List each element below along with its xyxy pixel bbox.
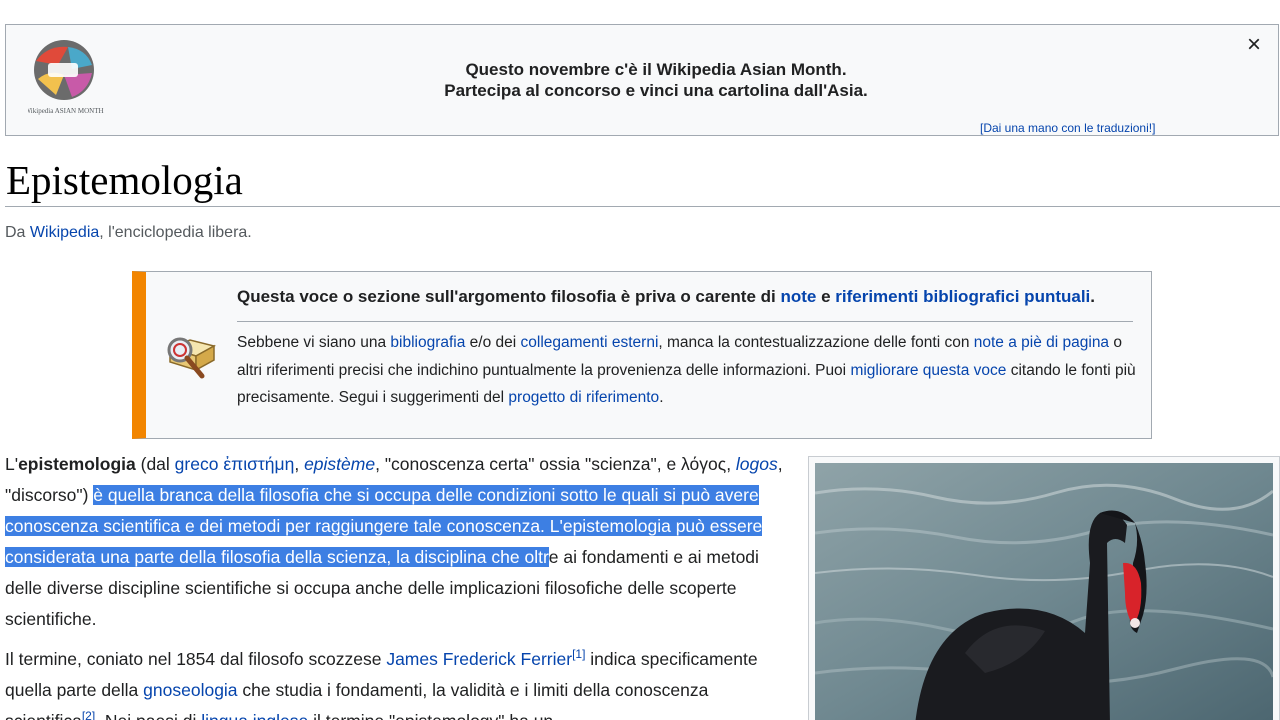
term-epistemologia: epistemologia <box>18 454 136 474</box>
notice-sub-text-1: Sebbene vi siano una <box>237 334 391 351</box>
p1-text-5: , "conoscenza certa" ossia "scienza", e … <box>375 454 736 474</box>
logos-link[interactable]: logos <box>736 454 778 474</box>
riferimenti-link[interactable]: riferimenti bibliografici puntuali <box>835 287 1090 306</box>
site-tagline: Da Wikipedia, l'enciclopedia libera. <box>5 224 252 242</box>
p1-text-4: , <box>294 454 305 474</box>
missing-references-notice: Questa voce o sezione sull'argomento fil… <box>132 271 1152 439</box>
note-a-pie-di-pagina-link[interactable]: note a piè di pagina <box>974 334 1109 351</box>
intro-paragraph: L'epistemologia (dal greco ἐπιστήμη, epi… <box>5 449 795 635</box>
wikipedia-asian-month-banner: Wikipedia ASIAN MONTH Questo novembre c'… <box>5 24 1279 136</box>
episteme-greek-link[interactable]: ἐπιστήμη <box>223 454 294 474</box>
progetto-riferimento-link[interactable]: progetto di riferimento <box>508 389 659 406</box>
translation-help-link[interactable]: [Dai una mano con le traduzioni!] <box>980 121 1155 135</box>
bibliografia-link[interactable]: bibliografia <box>390 334 465 351</box>
p1-text-2: (dal <box>135 454 175 474</box>
notice-sub-text-6: . <box>659 389 664 406</box>
p2-text-1: Il termine, coniato nel 1854 dal filosof… <box>5 649 387 669</box>
page-title: Epistemologia <box>6 157 243 203</box>
notice-main-text-3: . <box>1090 287 1096 306</box>
notice-sub-text-2: e/o dei <box>465 334 521 351</box>
lingua-inglese-link[interactable]: lingua inglese <box>201 711 308 720</box>
tagline-suffix: , l'enciclopedia libera. <box>99 224 252 241</box>
asian-month-logo[interactable]: Wikipedia ASIAN MONTH <box>24 39 110 123</box>
notice-details: Sebbene vi siano una bibliografia e/o de… <box>237 329 1137 412</box>
tagline-prefix: Da <box>5 224 30 241</box>
p1-text-1: L' <box>5 454 19 474</box>
notice-sub-text-3: , manca la contestualizzazione delle fon… <box>658 334 974 351</box>
logo-wordmark: Wikipedia ASIAN MONTH <box>28 107 104 115</box>
notice-main-text-1: Questa voce o sezione sull'argomento fil… <box>237 287 781 306</box>
p2-text-5: il termine "epistemology" ha un <box>308 711 553 720</box>
asian-month-logo-icon: Wikipedia ASIAN MONTH <box>24 40 104 115</box>
gnoseologia-link[interactable]: gnoseologia <box>143 680 237 700</box>
term-origin-paragraph: Il termine, coniato nel 1854 dal filosof… <box>5 644 795 720</box>
reference-1-link[interactable]: [1] <box>572 647 585 661</box>
book-magnifier-icon <box>160 328 222 384</box>
banner-line-1: Questo novembre c'è il Wikipedia Asian M… <box>465 60 847 79</box>
notice-divider <box>237 321 1133 322</box>
episteme-link[interactable]: epistème <box>304 454 375 474</box>
notice-headline: Questa voce o sezione sull'argomento fil… <box>237 282 1137 312</box>
close-icon[interactable]: × <box>1242 33 1266 57</box>
ferrier-link[interactable]: James Frederick Ferrier <box>386 649 572 669</box>
migliorare-voce-link[interactable]: migliorare questa voce <box>850 362 1006 379</box>
banner-line-2: Partecipa al concorso e vinci una cartol… <box>444 81 868 100</box>
note-link[interactable]: note <box>780 287 816 306</box>
notice-main-text-2: e <box>816 287 836 306</box>
greco-link[interactable]: greco <box>175 454 219 474</box>
banner-message: Questo novembre c'è il Wikipedia Asian M… <box>246 59 1066 101</box>
reference-2-link[interactable]: [2] <box>82 709 95 720</box>
black-swan-image <box>815 463 1273 720</box>
collegamenti-esterni-link[interactable]: collegamenti esterni <box>521 334 659 351</box>
p2-text-4: . Nei paesi di <box>95 711 201 720</box>
title-divider <box>5 206 1280 207</box>
black-swan-thumbnail[interactable] <box>808 456 1280 720</box>
wikipedia-link[interactable]: Wikipedia <box>30 224 99 241</box>
